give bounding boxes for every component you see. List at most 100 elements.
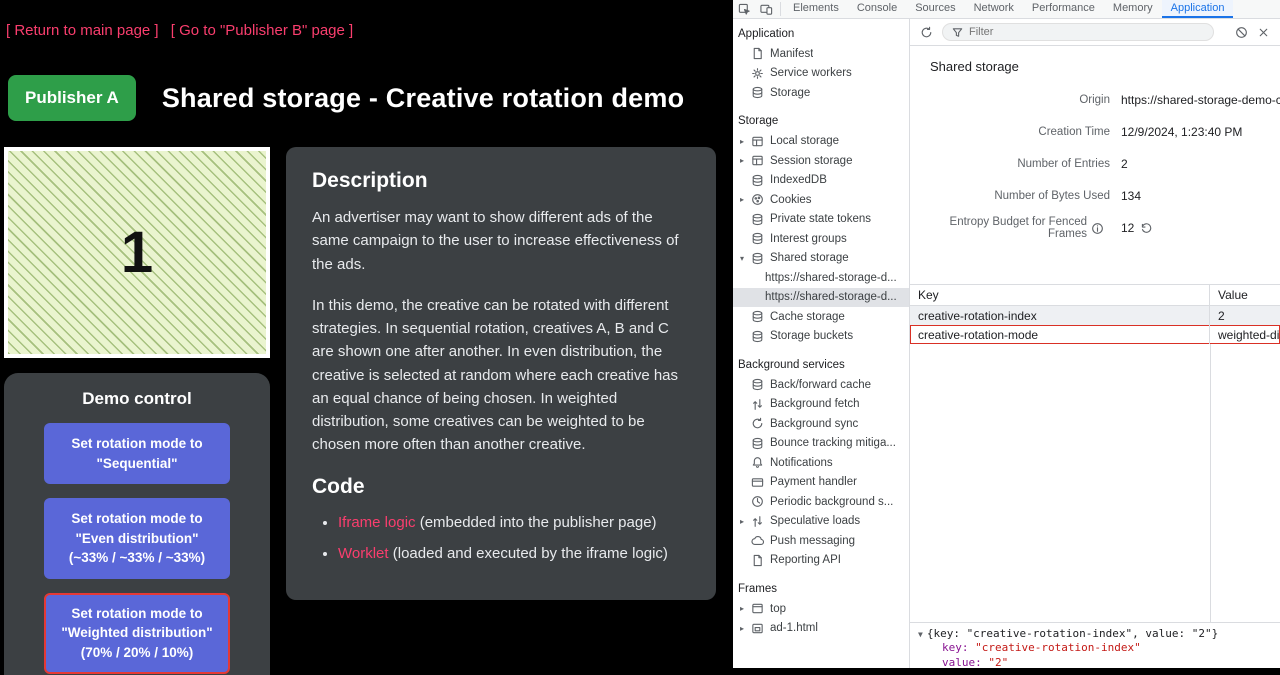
metadata-label: Number of Entries bbox=[910, 158, 1110, 170]
metadata-label-text: Creation Time bbox=[1038, 126, 1110, 138]
clear-all-icon[interactable] bbox=[1235, 26, 1248, 39]
clock-icon bbox=[751, 495, 770, 508]
publisher-b-link[interactable]: [ Go to "Publisher B" page ] bbox=[171, 22, 353, 39]
sidebar-item-background-fetch[interactable]: Background fetch bbox=[733, 395, 909, 415]
devtools-tabbar: ElementsConsoleSourcesNetworkPerformance… bbox=[733, 0, 1280, 19]
tab-network[interactable]: Network bbox=[965, 0, 1023, 18]
chevron-right-icon[interactable]: ▸ bbox=[740, 137, 751, 146]
storage-value-cell: 2 bbox=[1210, 306, 1280, 325]
preview-summary-text: {key: "creative-rotation-index", value: … bbox=[927, 627, 1218, 640]
sidebar-section-application: Application bbox=[733, 23, 909, 44]
sidebar-item-reporting-api[interactable]: Reporting API bbox=[733, 551, 909, 571]
sidebar-item-bounce-tracking-mitiga[interactable]: Bounce tracking mitiga... bbox=[733, 434, 909, 454]
iframe-logic-link[interactable]: Iframe logic bbox=[338, 514, 416, 531]
metadata-label: Origin bbox=[910, 94, 1110, 106]
sidebar-item-label: https://shared-storage-d... bbox=[765, 291, 897, 303]
metadata-value-text: https://shared-storage-demo-co bbox=[1121, 93, 1280, 107]
chevron-right-icon[interactable]: ▸ bbox=[740, 624, 751, 633]
collapse-triangle-icon[interactable]: ▼ bbox=[918, 630, 923, 639]
rotation-mode-button-2[interactable]: Set rotation mode to "Even distribution"… bbox=[44, 498, 230, 579]
property-name: value: bbox=[942, 656, 988, 668]
tab-elements[interactable]: Elements bbox=[784, 0, 848, 18]
sidebar-item-interest-groups[interactable]: Interest groups bbox=[733, 229, 909, 249]
demo-control-title: Demo control bbox=[4, 389, 270, 409]
devtools-tabs: ElementsConsoleSourcesNetworkPerformance… bbox=[784, 0, 1233, 18]
sidebar-item-notifications[interactable]: Notifications bbox=[733, 453, 909, 473]
sidebar-item-shared-storage[interactable]: ▾Shared storage bbox=[733, 249, 909, 269]
screen: { "colors": { "link_pink": "#fa3e6e", "b… bbox=[0, 0, 1280, 675]
metadata-report: Origin https://shared-storage-demo-co Crea… bbox=[910, 84, 1280, 244]
creative-frame[interactable]: 1 bbox=[4, 147, 270, 358]
sidebar-item-background-sync[interactable]: Background sync bbox=[733, 414, 909, 434]
entry-preview-pane: ▼ {key: "creative-rotation-index", value:… bbox=[910, 622, 1280, 668]
sidebar-item-local-storage[interactable]: ▸Local storage bbox=[733, 132, 909, 152]
sidebar-item-cache-storage[interactable]: Cache storage bbox=[733, 307, 909, 327]
sidebar-section-background-services: Background services bbox=[733, 354, 909, 375]
datagrid-header[interactable]: Key Value bbox=[910, 285, 1280, 306]
chevron-down-icon[interactable]: ▾ bbox=[740, 254, 751, 263]
sidebar-item-https-shared-storage-d[interactable]: https://shared-storage-d... bbox=[733, 268, 909, 288]
sidebar-item-label: Storage bbox=[770, 87, 810, 99]
refresh-icon[interactable] bbox=[920, 26, 933, 39]
storage-datagrid: Key Value creative-rotation-index2creati… bbox=[910, 284, 1280, 622]
rotation-mode-button-3[interactable]: Set rotation mode to "Weighted distribut… bbox=[44, 593, 230, 674]
rotation-mode-button-1[interactable]: Set rotation mode to "Sequential" bbox=[44, 423, 230, 484]
info-icon bbox=[1091, 222, 1110, 235]
metadata-label: Entropy Budget for Fenced Frames bbox=[910, 216, 1110, 240]
database-icon bbox=[751, 252, 770, 265]
tab-sources[interactable]: Sources bbox=[906, 0, 964, 18]
chevron-right-icon[interactable]: ▸ bbox=[740, 517, 751, 526]
inspect-element-icon[interactable] bbox=[733, 0, 755, 18]
sidebar-item-speculative-loads[interactable]: ▸Speculative loads bbox=[733, 512, 909, 532]
metadata-label: Number of Bytes Used bbox=[910, 190, 1110, 202]
sidebar-item-periodic-background-s[interactable]: Periodic background s... bbox=[733, 492, 909, 512]
filter-input[interactable] bbox=[969, 26, 1205, 38]
key-column-header[interactable]: Key bbox=[910, 285, 1210, 305]
sidebar-item-storage-buckets[interactable]: Storage buckets bbox=[733, 327, 909, 347]
metadata-value-text: 134 bbox=[1121, 189, 1141, 203]
sidebar-item-top[interactable]: ▸ top bbox=[733, 599, 909, 619]
metadata-label: Creation Time bbox=[910, 126, 1110, 138]
sidebar-item-ad-1-html[interactable]: ▸ad-1.html bbox=[733, 619, 909, 639]
chevron-right-icon[interactable]: ▸ bbox=[740, 156, 751, 165]
tab-application[interactable]: Application bbox=[1162, 0, 1234, 18]
chevron-right-icon[interactable]: ▸ bbox=[740, 604, 751, 613]
sidebar-item-label: Back/forward cache bbox=[770, 379, 871, 391]
worklet-link[interactable]: Worklet bbox=[338, 545, 389, 562]
return-main-link[interactable]: [ Return to main page ] bbox=[6, 22, 159, 39]
sidebar-item-service-workers[interactable]: Service workers bbox=[733, 64, 909, 84]
tab-memory[interactable]: Memory bbox=[1104, 0, 1162, 18]
filter-box bbox=[942, 23, 1214, 41]
sidebar-item-payment-handler[interactable]: Payment handler bbox=[733, 473, 909, 493]
code-bullet-list: Iframe logic (embedded into the publishe… bbox=[320, 512, 690, 566]
storage-entry-row[interactable]: creative-rotation-modeweighted-distribut… bbox=[910, 325, 1280, 344]
value-column-header[interactable]: Value bbox=[1210, 285, 1280, 305]
sidebar-item-session-storage[interactable]: ▸Session storage bbox=[733, 151, 909, 171]
close-icon[interactable] bbox=[1257, 26, 1270, 39]
sidebar-item-label: top bbox=[770, 603, 786, 615]
device-toolbar-icon[interactable] bbox=[755, 0, 777, 18]
chevron-right-icon[interactable]: ▸ bbox=[740, 195, 751, 204]
metadata-row: Origin https://shared-storage-demo-co bbox=[910, 84, 1280, 116]
storage-key-cell: creative-rotation-mode bbox=[910, 325, 1210, 344]
description-heading: Description bbox=[312, 169, 690, 193]
sidebar-item-storage[interactable]: Storage bbox=[733, 83, 909, 103]
history-icon[interactable] bbox=[1140, 222, 1159, 235]
sidebar-item-push-messaging[interactable]: Push messaging bbox=[733, 531, 909, 551]
description-paragraph: An advertiser may want to show different… bbox=[312, 206, 690, 276]
sidebar-item-cookies[interactable]: ▸Cookies bbox=[733, 190, 909, 210]
metadata-value: 12 bbox=[1121, 221, 1159, 235]
sync-icon bbox=[751, 417, 770, 430]
tab-performance[interactable]: Performance bbox=[1023, 0, 1104, 18]
sidebar-item-manifest[interactable]: Manifest bbox=[733, 44, 909, 64]
code-bullet: Worklet (loaded and executed by the ifra… bbox=[338, 543, 690, 566]
sidebar-item-private-state-tokens[interactable]: Private state tokens bbox=[733, 210, 909, 230]
publisher-a-badge: Publisher A bbox=[8, 75, 136, 121]
code-bullet-text: (embedded into the publisher page) bbox=[416, 514, 657, 531]
tab-console[interactable]: Console bbox=[848, 0, 906, 18]
sidebar-item-back-forward-cache[interactable]: Back/forward cache bbox=[733, 375, 909, 395]
sidebar-item-https-shared-storage-d[interactable]: https://shared-storage-d... bbox=[733, 288, 909, 308]
sidebar-item-indexeddb[interactable]: IndexedDB bbox=[733, 171, 909, 191]
storage-entry-row[interactable]: creative-rotation-index2 bbox=[910, 306, 1280, 325]
sidebar-item-label: Notifications bbox=[770, 457, 833, 469]
